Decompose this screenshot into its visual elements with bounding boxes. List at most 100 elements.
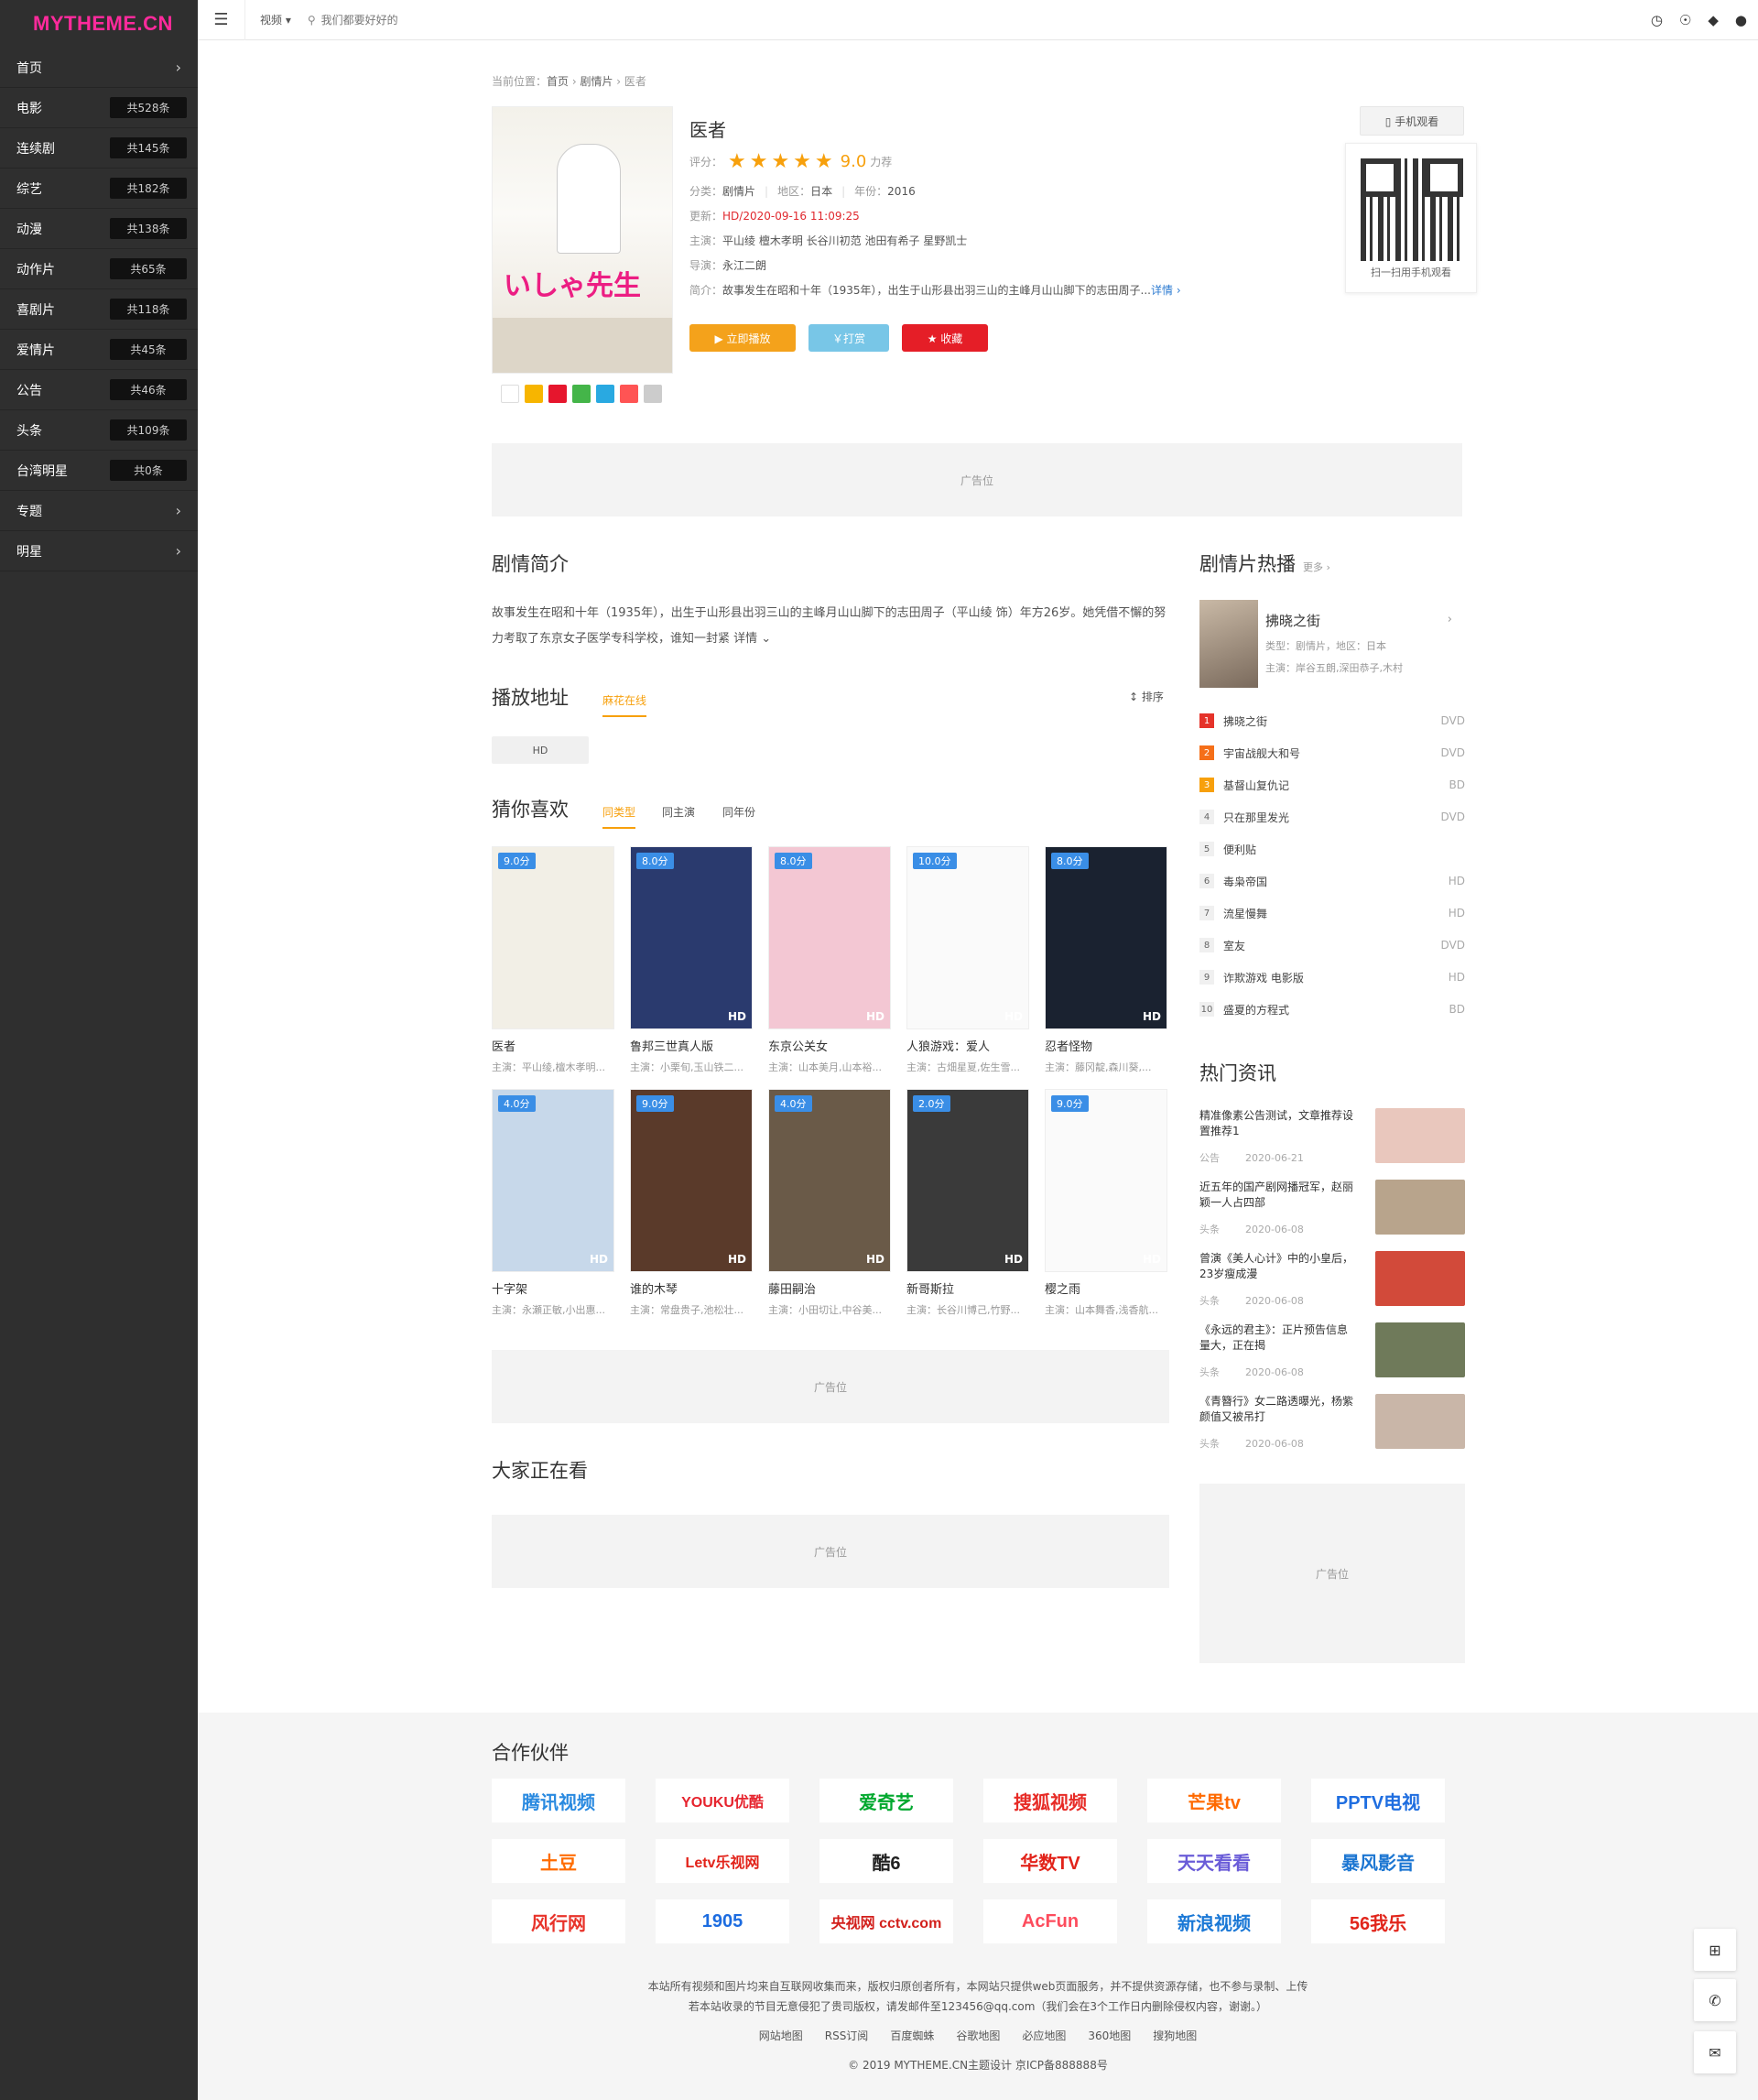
ad-banner-top[interactable]: 广告位 (492, 443, 1462, 517)
footer-link[interactable]: 搜狗地图 (1153, 2029, 1197, 2042)
rank-item[interactable]: 9 诈欺游戏 电影版 HD (1199, 967, 1465, 987)
partner-logo[interactable]: AcFun (983, 1899, 1117, 1943)
hot-feature-name[interactable]: 拂晓之街 (1265, 611, 1320, 630)
play-source-tab[interactable]: 麻花在线 (602, 692, 647, 717)
movie-card-name[interactable]: 鲁邦三世真人版 (630, 1037, 753, 1054)
partner-logo[interactable]: PPTV电视 (1311, 1779, 1445, 1823)
sidebar-item[interactable]: 明星 › (0, 531, 198, 571)
movie-card[interactable]: 9.0分 医者 主演：平山绫,檀木孝明... (492, 846, 614, 1074)
synopsis-more-link[interactable]: 详情 ⌄ (733, 632, 771, 646)
rank-item[interactable]: 5 便利贴 (1199, 839, 1465, 859)
rank-item[interactable]: 10 盛夏的方程式 BD (1199, 999, 1465, 1019)
news-thumbnail[interactable] (1375, 1108, 1465, 1163)
rank-name[interactable]: 毒枭帝国 (1223, 874, 1267, 889)
movie-card-name[interactable]: 新哥斯拉 (906, 1279, 1029, 1297)
share-weibo-icon[interactable] (548, 385, 567, 403)
movie-card-name[interactable]: 谁的木琴 (630, 1279, 753, 1297)
movie-card[interactable]: 4.0分 HD 十字架 主演：永瀬正敏,小出惠... (492, 1089, 614, 1317)
hot-feature[interactable]: 拂晓之街 类型：剧情片，地区：日本 主演：岸谷五朗,深田恭子,木村 › (1199, 600, 1465, 688)
footer-link[interactable]: 360地图 (1088, 2029, 1131, 2042)
rank-name[interactable]: 宇宙战舰大和号 (1223, 745, 1300, 761)
movie-card-poster[interactable]: 9.0分 (492, 846, 614, 1029)
sidebar-item[interactable]: 连续剧 共145条 (0, 128, 198, 169)
sidebar-item[interactable]: 综艺 共182条 (0, 169, 198, 209)
rank-item[interactable]: 7 流星慢舞 HD (1199, 903, 1465, 923)
footer-link[interactable]: RSS订阅 (825, 2029, 869, 2042)
partner-logo[interactable]: 1905 (656, 1899, 789, 1943)
partner-logo[interactable]: 华数TV (983, 1839, 1117, 1883)
sidebar-item[interactable]: 公告 共46条 (0, 370, 198, 410)
movie-card-poster[interactable]: 4.0分 HD (492, 1089, 614, 1272)
rank-name[interactable]: 拂晓之街 (1223, 713, 1267, 729)
movie-card[interactable]: 9.0分 HD 樱之雨 主演：山本舞香,浅香航... (1045, 1089, 1167, 1317)
play-button[interactable]: ▶ 立即播放 (689, 324, 796, 352)
movie-card-poster[interactable]: 2.0分 HD (906, 1089, 1029, 1272)
movie-card-name[interactable]: 藤田嗣治 (768, 1279, 891, 1297)
movie-card-name[interactable]: 医者 (492, 1037, 614, 1054)
news-title[interactable]: 曾演《美人心计》中的小皇后，23岁瘦成漫 (1199, 1251, 1353, 1282)
guess-tab-same-cast[interactable]: 同主演 (662, 804, 695, 820)
movie-card-name[interactable]: 十字架 (492, 1279, 614, 1297)
rank-name[interactable]: 基督山复仇记 (1223, 778, 1289, 793)
news-thumbnail[interactable] (1375, 1322, 1465, 1377)
history-icon[interactable]: ◷ (1651, 12, 1663, 28)
partner-logo[interactable]: 暴风影音 (1311, 1839, 1445, 1883)
site-logo[interactable]: MYTHEME.CN (0, 0, 198, 48)
share-qq-icon[interactable] (620, 385, 638, 403)
footer-link[interactable]: 网站地图 (759, 2029, 803, 2042)
hot-feature-thumb[interactable] (1199, 600, 1258, 688)
ad-banner-bottom[interactable]: 广告位 (492, 1515, 1169, 1588)
rank-name[interactable]: 室友 (1223, 938, 1245, 953)
movie-card[interactable]: 9.0分 HD 谁的木琴 主演：常盘贵子,池松壮... (630, 1089, 753, 1317)
rank-name[interactable]: 诈欺游戏 电影版 (1223, 970, 1304, 985)
news-title[interactable]: 近五年的国产剧网播冠军，赵丽颖一人占四部 (1199, 1180, 1353, 1211)
search-type-select[interactable]: 视频 ▾ (260, 12, 291, 27)
sort-button[interactable]: ↕ 排序 (1129, 689, 1164, 704)
rank-name[interactable]: 盛夏的方程式 (1223, 1002, 1289, 1017)
movie-card-name[interactable]: 忍者怪物 (1045, 1037, 1167, 1054)
movie-card-poster[interactable]: 8.0分 HD (1045, 846, 1167, 1029)
android-icon[interactable]: ◆ (1708, 12, 1719, 28)
partner-logo[interactable]: 新浪视频 (1147, 1899, 1281, 1943)
mobile-watch-button[interactable]: ▯ 手机观看 (1360, 106, 1464, 136)
tip-button[interactable]: ￥打赏 (808, 324, 889, 352)
intro-more-link[interactable]: 详情 › (1151, 284, 1181, 297)
comment-icon[interactable]: ✉ (1694, 2031, 1736, 2073)
partner-logo[interactable]: 56我乐 (1311, 1899, 1445, 1943)
news-item[interactable]: 精准像素公告测试，文章推荐设置推荐1 公告 2020-06-21 (1199, 1108, 1465, 1167)
news-thumbnail[interactable] (1375, 1251, 1465, 1306)
movie-card[interactable]: 4.0分 HD 藤田嗣治 主演：小田切让,中谷美... (768, 1089, 891, 1317)
search-input[interactable]: 我们都要好好的 (321, 12, 398, 27)
rank-item[interactable]: 8 室友 DVD (1199, 935, 1465, 955)
partner-logo[interactable]: 酷6 (819, 1839, 953, 1883)
rank-item[interactable]: 3 基督山复仇记 BD (1199, 775, 1465, 795)
movie-card-name[interactable]: 人狼游戏：爱人 (906, 1037, 1029, 1054)
region-value[interactable]: 日本 (810, 185, 832, 198)
rating-stars[interactable]: ★★★★★ (728, 150, 837, 173)
rank-name[interactable]: 便利贴 (1223, 842, 1256, 857)
year-value[interactable]: 2016 (887, 185, 916, 198)
news-item[interactable]: 曾演《美人心计》中的小皇后，23岁瘦成漫 头条 2020-06-08 (1199, 1251, 1465, 1310)
movie-card[interactable]: 8.0分 HD 鲁邦三世真人版 主演：小栗旬,玉山铁二... (630, 846, 753, 1074)
movie-card-name[interactable]: 樱之雨 (1045, 1279, 1167, 1297)
guess-tab-same-year[interactable]: 同年份 (722, 804, 755, 820)
breadcrumb-category[interactable]: 剧情片 (580, 75, 613, 88)
sidebar-item[interactable]: 电影 共528条 (0, 88, 198, 128)
news-item[interactable]: 《永远的君主》：正片预告信息量大，正在揭 头条 2020-06-08 (1199, 1322, 1465, 1381)
movie-card-name[interactable]: 东京公关女 (768, 1037, 891, 1054)
news-thumbnail[interactable] (1375, 1394, 1465, 1449)
share-tencent-icon[interactable] (596, 385, 614, 403)
breadcrumb-home[interactable]: 首页 (547, 75, 569, 88)
sidebar-item[interactable]: 喜剧片 共118条 (0, 289, 198, 330)
partner-logo[interactable]: 腾讯视频 (492, 1779, 625, 1823)
movie-card-poster[interactable]: 8.0分 HD (768, 846, 891, 1029)
windows-icon[interactable]: ⊞ (1694, 1929, 1736, 1971)
share-wechat-icon[interactable] (572, 385, 591, 403)
rss-icon[interactable]: ☉ (1679, 12, 1691, 28)
partner-logo[interactable]: 土豆 (492, 1839, 625, 1883)
footer-link[interactable]: 必应地图 (1022, 2029, 1066, 2042)
director-value[interactable]: 永江二朗 (722, 259, 766, 272)
partner-logo[interactable]: 央视网 cctv.com (819, 1899, 953, 1943)
rank-name[interactable]: 只在那里发光 (1223, 810, 1289, 825)
ad-side[interactable]: 广告位 (1199, 1484, 1465, 1663)
